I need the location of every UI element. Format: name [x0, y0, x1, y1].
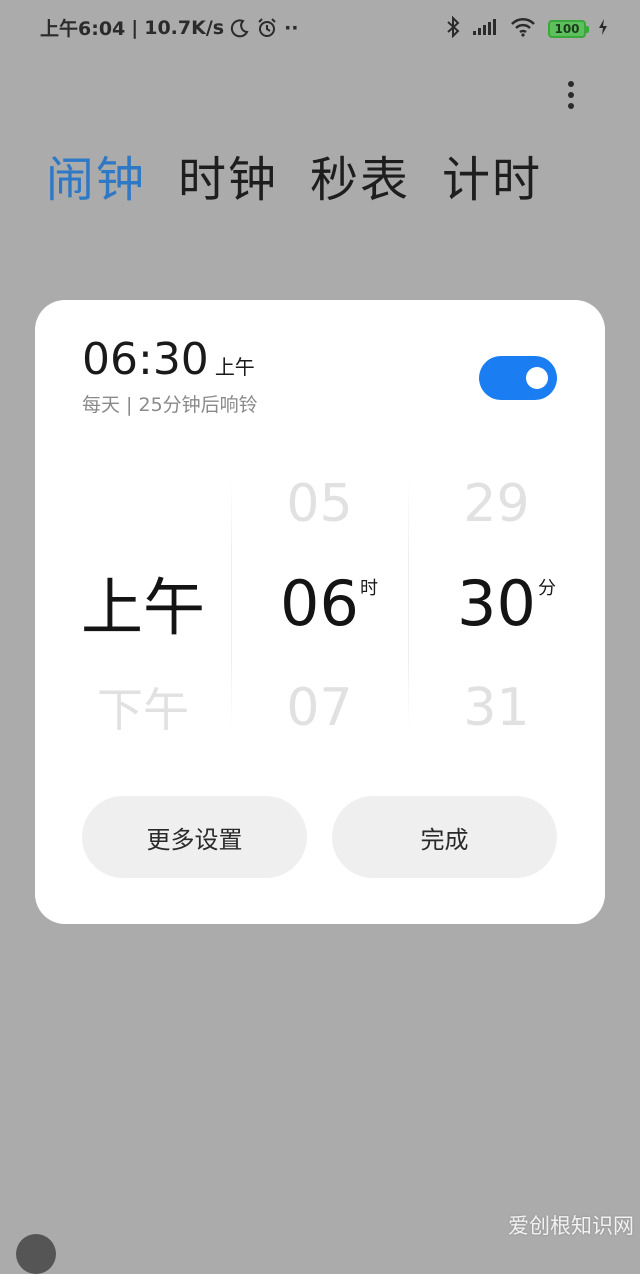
status-bar: 上午6:04 | 10.7K/s ·· 100 — [0, 0, 640, 58]
period-selected: 上午 — [80, 571, 205, 644]
status-left: 上午6:04 | 10.7K/s ·· — [40, 14, 299, 41]
minute-selected: 30 — [457, 567, 536, 640]
status-time: 上午6:04 — [40, 18, 126, 40]
toggle-knob — [526, 367, 548, 389]
more-settings-button[interactable]: 更多设置 — [82, 796, 307, 878]
floating-button-edge[interactable] — [16, 1234, 56, 1274]
bluetooth-icon — [446, 15, 460, 42]
alarm-time-header: 06:30 上午 — [82, 334, 255, 386]
alarm-repeat-info: 每天 | 25分钟后响铃 — [82, 394, 258, 416]
minute-prev: 29 — [463, 474, 530, 534]
charging-icon — [598, 18, 608, 40]
hour-prev: 05 — [286, 474, 353, 534]
cellular-signal-icon — [472, 18, 498, 40]
tab-alarm[interactable]: 闹钟 — [46, 148, 146, 212]
battery-level: 100 — [554, 22, 580, 36]
alarm-period: 上午 — [214, 355, 255, 379]
status-right: 100 — [446, 15, 608, 42]
alarm-time: 06:30 — [82, 334, 209, 385]
minute-next: 31 — [463, 678, 530, 738]
tab-timer[interactable]: 计时 — [442, 148, 542, 212]
tab-clock[interactable]: 时钟 — [178, 148, 278, 212]
battery-icon: 100 — [548, 20, 589, 38]
network-speed: 10.7K/s — [144, 16, 225, 39]
period-next: 下午 — [97, 683, 189, 730]
status-separator: | — [131, 16, 139, 39]
alarm-edit-dialog: 06:30 上午 每天 | 25分钟后响铃 上午 下午 05 06 时 07 2… — [35, 300, 605, 924]
tab-bar: 闹钟 时钟 秒表 计时 — [46, 148, 542, 212]
more-options-icon[interactable] — [555, 78, 587, 112]
hour-selected: 06 — [280, 567, 359, 640]
moon-icon — [230, 18, 250, 38]
watermark: 爱创根知识网 — [508, 1214, 634, 1238]
tab-stopwatch[interactable]: 秒表 — [310, 148, 410, 212]
alarm-clock-icon — [256, 17, 278, 39]
done-button[interactable]: 完成 — [332, 796, 557, 878]
hour-unit: 时 — [360, 578, 378, 599]
more-notifications-icon: ·· — [284, 16, 299, 39]
hour-next: 07 — [286, 678, 353, 738]
wifi-icon — [510, 17, 536, 41]
alarm-enable-toggle[interactable] — [479, 356, 557, 400]
minute-unit: 分 — [538, 578, 556, 599]
